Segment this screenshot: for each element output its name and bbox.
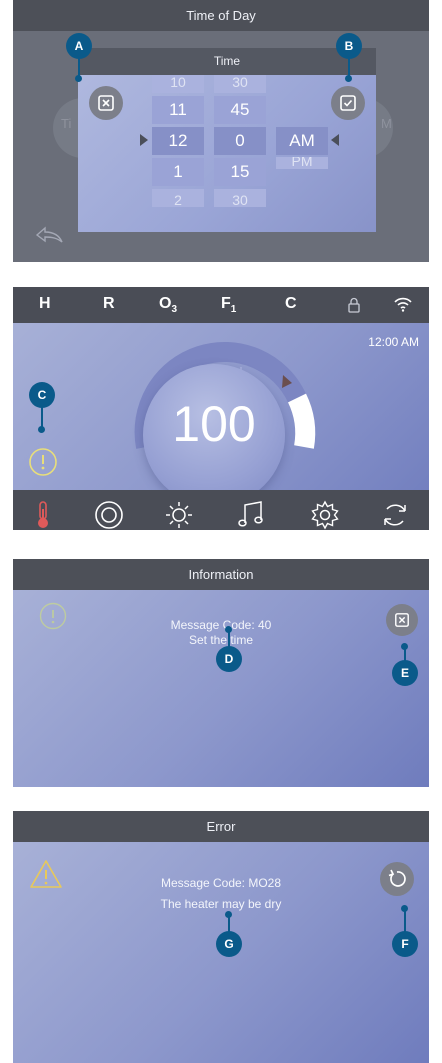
hour-option[interactable]: 11 xyxy=(152,96,204,124)
callout-d-stem xyxy=(228,629,230,647)
bottom-nav xyxy=(13,490,429,530)
callout-a-dot xyxy=(75,75,82,82)
minute-option[interactable]: 15 xyxy=(214,158,266,186)
jets-icon[interactable] xyxy=(93,499,125,530)
selection-arrow-left-icon xyxy=(140,134,148,146)
message-text: The heater may be dry xyxy=(160,897,282,911)
temperature-value: 100 xyxy=(172,396,256,452)
check-box-icon xyxy=(340,95,356,111)
message-text: Set the time xyxy=(188,633,254,647)
selection-arrow-right-icon xyxy=(331,134,339,146)
time-picker-dialog: Time 10 11 12 1 2 30 45 0 15 30 AM PM xyxy=(78,48,376,232)
refresh-icon[interactable] xyxy=(379,499,411,530)
message-code: Message Code: MO28 xyxy=(160,876,282,890)
callout-b-dot xyxy=(345,75,352,82)
thermometer-icon[interactable] xyxy=(27,499,59,530)
reset-button[interactable] xyxy=(380,862,414,896)
dialog-title: Time xyxy=(78,48,376,75)
callout-b: B xyxy=(336,33,362,59)
background-label-left: Ti xyxy=(61,116,72,131)
information-screen: Information Message Code: 40 Set the tim… xyxy=(13,559,429,787)
minute-option[interactable]: 30 xyxy=(214,189,266,208)
callout-c-dot xyxy=(38,426,45,433)
callout-a: A xyxy=(66,33,92,59)
confirm-button[interactable] xyxy=(331,86,365,120)
hour-option[interactable]: 10 xyxy=(152,75,204,93)
reset-icon xyxy=(388,869,406,887)
minute-option[interactable]: 45 xyxy=(214,96,266,124)
main-screen: H R O3 F1 C 12:00 AM 100 xyxy=(13,287,429,530)
light-icon[interactable] xyxy=(163,499,195,530)
screen-title: Time of Day xyxy=(13,0,429,31)
callout-e: E xyxy=(392,660,418,686)
callout-g: G xyxy=(216,931,242,957)
hour-option[interactable]: 2 xyxy=(152,189,204,208)
close-box-icon xyxy=(98,95,114,111)
ampm-option[interactable]: PM xyxy=(276,157,328,169)
callout-c-stem xyxy=(41,406,43,428)
info-icon[interactable] xyxy=(28,447,58,477)
message-code: Message Code: 40 xyxy=(170,618,272,632)
minute-selected[interactable]: 0 xyxy=(214,127,266,155)
cancel-button[interactable] xyxy=(89,86,123,120)
callout-c: C xyxy=(29,382,55,408)
close-button[interactable] xyxy=(386,604,418,636)
hour-selected[interactable]: 12 xyxy=(152,127,204,155)
callout-g-stem xyxy=(228,914,230,932)
callout-f-stem xyxy=(404,908,406,932)
back-arrow-icon[interactable] xyxy=(35,226,65,246)
ampm-selected[interactable]: AM xyxy=(276,127,328,155)
callout-f: F xyxy=(392,931,418,957)
hour-option[interactable]: 1 xyxy=(152,158,204,186)
screen-title: Information xyxy=(13,559,429,590)
minute-option[interactable]: 30 xyxy=(214,75,266,93)
screen-title: Error xyxy=(13,811,429,842)
callout-d: D xyxy=(216,646,242,672)
music-icon[interactable] xyxy=(235,499,267,530)
background-label-right: M xyxy=(381,116,392,131)
settings-icon[interactable] xyxy=(309,499,341,530)
close-box-icon xyxy=(395,613,409,627)
